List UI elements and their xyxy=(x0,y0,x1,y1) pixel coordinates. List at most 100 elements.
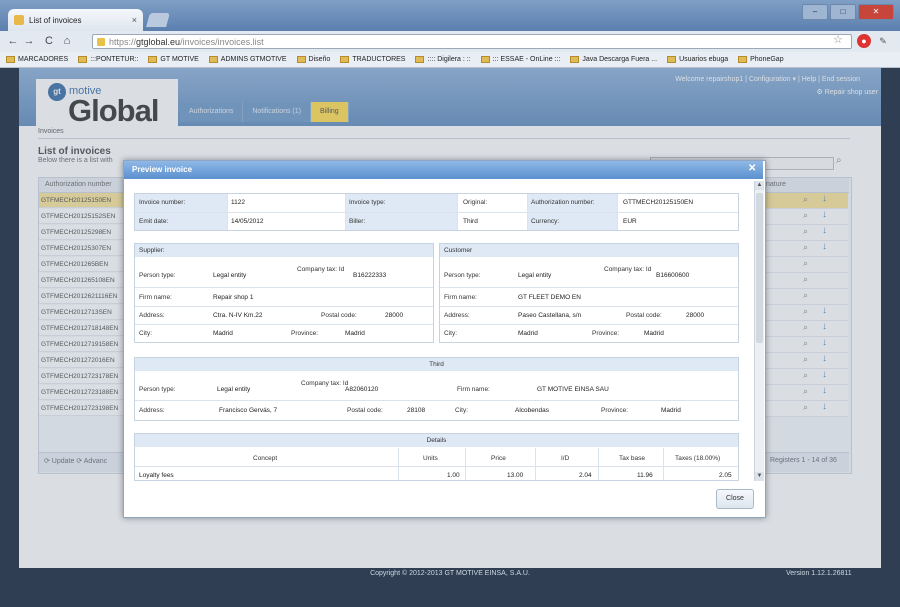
minimize-button[interactable]: – xyxy=(802,4,828,20)
folder-icon xyxy=(6,56,15,63)
third-firm-value: GT MOTIVE EINSA SAU xyxy=(537,386,609,393)
third-firm-label: Firm name: xyxy=(457,386,490,393)
invoice-number-value: 1122 xyxy=(231,199,245,206)
customer-city-value: Madrid xyxy=(518,330,538,337)
third-city-label: City: xyxy=(455,407,468,414)
dialog-scrollbar[interactable]: ▲ ▼ xyxy=(754,181,764,481)
customer-box: Customer Person type: Legal entity Compa… xyxy=(439,243,739,343)
url-path: /invoices/invoices.list xyxy=(180,37,264,47)
bookmark-item[interactable]: PhoneGap xyxy=(738,56,784,63)
customer-person-type-label: Person type: xyxy=(444,272,481,279)
address-bar[interactable]: https://gtglobal.eu/invoices/invoices.li… xyxy=(92,34,852,49)
details-col-id: I/D xyxy=(561,455,570,462)
bookmark-label: TRADUCTORES xyxy=(352,56,406,63)
bookmark-label: Java Descarga Fuera ... xyxy=(582,56,658,63)
close-button[interactable]: Close xyxy=(716,489,754,509)
new-tab-button[interactable] xyxy=(146,13,170,27)
details-concept-value: Loyalty fees xyxy=(139,472,174,479)
dialog-title: Preview invoice xyxy=(132,165,193,174)
third-postal-label: Postal code: xyxy=(347,407,383,414)
bookmark-item[interactable]: GT MOTIVE xyxy=(148,56,199,63)
bookmark-item[interactable]: ::: ESSAE - OnLine ::: xyxy=(480,56,561,63)
emit-date-label: Emit date: xyxy=(139,218,169,225)
invoice-type-value: Original: xyxy=(463,199,488,206)
home-icon[interactable]: ⌂ xyxy=(60,34,74,48)
third-province-label: Province: xyxy=(601,407,629,414)
close-window-button[interactable]: ✕ xyxy=(858,4,894,20)
bookmark-item[interactable]: :::PONTETUR:: xyxy=(78,56,138,63)
details-units-value: 1.00 xyxy=(447,472,460,479)
third-tax-value: A82060120 xyxy=(345,386,379,393)
bookmark-label: GT MOTIVE xyxy=(160,56,199,63)
tab-close-icon[interactable]: × xyxy=(132,15,137,25)
supplier-tax-value: B16222333 xyxy=(353,272,387,279)
bookmark-label: MARCADORES xyxy=(18,56,69,63)
bookmark-item[interactable]: ADMINS GTMOTIVE xyxy=(208,56,287,63)
folder-icon xyxy=(415,56,425,63)
customer-firm-value: GT FLEET DEMO EN xyxy=(518,294,581,301)
biller-label: Biller: xyxy=(349,218,366,225)
supplier-city-label: City: xyxy=(139,330,152,337)
customer-postal-value: 28000 xyxy=(686,312,705,319)
bookmark-star-icon[interactable]: ☆ xyxy=(833,33,843,46)
invoice-summary-box: Invoice number: 1122 Invoice type: Origi… xyxy=(134,193,739,231)
maximize-button[interactable]: □ xyxy=(830,4,856,20)
folder-icon xyxy=(480,56,490,63)
customer-city-label: City: xyxy=(444,330,457,337)
details-col-concept: Concept xyxy=(253,455,278,462)
bookmark-item[interactable]: Diseño xyxy=(296,56,331,63)
supplier-province-value: Madrid xyxy=(345,330,365,337)
folder-icon xyxy=(208,56,218,63)
customer-province-value: Madrid xyxy=(644,330,664,337)
copyright-text: Copyright © 2012-2013 GT MOTIVE EINSA, S… xyxy=(370,570,530,577)
scroll-down-icon[interactable]: ▼ xyxy=(755,472,764,481)
url-domain: gtglobal.eu xyxy=(136,37,181,47)
bookmark-label: Diseño xyxy=(308,56,331,63)
folder-icon xyxy=(148,56,158,63)
bookmark-item[interactable]: TRADUCTORES xyxy=(340,56,405,63)
reload-icon[interactable]: C xyxy=(42,34,56,48)
currency-value: EUR xyxy=(623,218,637,225)
supplier-address-value: Ctra. N-IV Km.22 xyxy=(213,312,263,319)
back-icon[interactable]: ← xyxy=(6,34,20,48)
currency-label: Currency: xyxy=(531,218,560,225)
bookmark-label: ::: ESSAE - OnLine ::: xyxy=(492,56,561,63)
folder-icon xyxy=(340,56,350,63)
details-col-units: Units xyxy=(423,455,438,462)
details-col-taxes: Taxes (18.00%) xyxy=(675,455,721,462)
bookmark-label: :::: Digilera : :: xyxy=(427,56,471,63)
forward-icon[interactable]: → xyxy=(22,34,36,48)
bookmark-item[interactable]: :::: Digilera : :: xyxy=(415,56,471,63)
supplier-person-type-value: Legal entity xyxy=(213,272,247,279)
third-address-label: Address: xyxy=(139,407,165,414)
customer-address-label: Address: xyxy=(444,312,470,319)
customer-person-type-value: Legal entity xyxy=(518,272,552,279)
customer-postal-label: Postal code: xyxy=(626,312,662,319)
details-col-price: Price xyxy=(491,455,506,462)
details-box: Details Concept Units Price I/D Tax base… xyxy=(134,433,739,481)
browser-tab[interactable]: List of invoices × xyxy=(8,9,143,31)
details-id-value: 2.04 xyxy=(579,472,592,479)
invoice-type-label: Invoice type: xyxy=(349,199,386,206)
scroll-thumb[interactable] xyxy=(756,193,763,343)
bookmark-label: PhoneGap xyxy=(750,56,784,63)
scroll-up-icon[interactable]: ▲ xyxy=(755,181,764,190)
supplier-tax-label: Company tax: Id xyxy=(297,266,345,273)
authorization-number-value: GTTMECH20125150EN xyxy=(623,199,694,206)
adblock-icon[interactable]: ● xyxy=(857,34,871,48)
bookmark-item[interactable]: MARCADORES xyxy=(6,56,68,63)
third-person-type-value: Legal entity xyxy=(217,386,251,393)
supplier-box: Supplier: Person type: Legal entity Comp… xyxy=(134,243,434,343)
supplier-address-label: Address: xyxy=(139,312,165,319)
bookmark-item[interactable]: Usuarios ebuga xyxy=(667,56,728,63)
third-province-value: Madrid xyxy=(661,407,681,414)
folder-icon xyxy=(667,56,677,63)
bookmark-item[interactable]: Java Descarga Fuera ... xyxy=(570,56,657,63)
customer-tax-value: B16600600 xyxy=(656,272,690,279)
wrench-icon[interactable]: ✎ xyxy=(876,34,890,48)
details-price-value: 13.00 xyxy=(507,472,524,479)
dialog-close-icon[interactable]: ✕ xyxy=(748,163,756,174)
dialog-titlebar: Preview invoice xyxy=(124,161,763,179)
bookmark-label: Usuarios ebuga xyxy=(679,56,729,63)
third-heading: Third xyxy=(135,358,738,371)
